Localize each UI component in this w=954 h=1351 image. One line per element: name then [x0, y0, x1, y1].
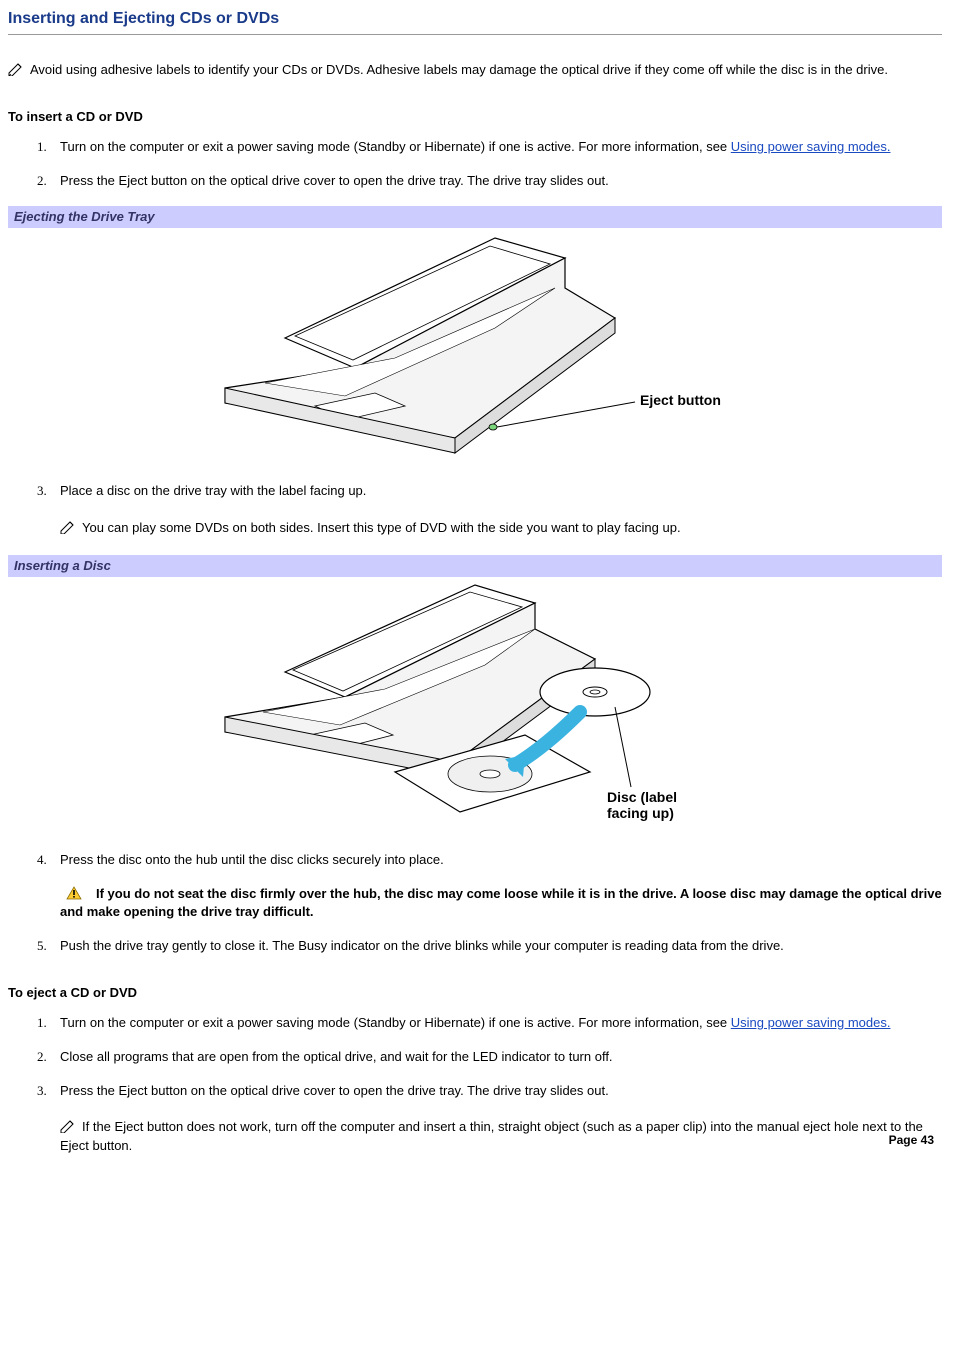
insert-step-3-note: You can play some DVDs on both sides. In…: [60, 519, 942, 537]
insert-step-3-text: Place a disc on the drive tray with the …: [60, 483, 366, 498]
insert-step-2: Press the Eject button on the optical dr…: [50, 172, 942, 190]
eject-step-3-text: Press the Eject button on the optical dr…: [60, 1083, 609, 1098]
pencil-note-icon: [8, 62, 26, 76]
eject-step-3: Press the Eject button on the optical dr…: [50, 1082, 942, 1155]
insert-step-3-note-text: You can play some DVDs on both sides. In…: [82, 520, 681, 535]
eject-step-1-text: Turn on the computer or exit a power sav…: [60, 1015, 731, 1030]
figure-1-caption: Ejecting the Drive Tray: [8, 206, 942, 228]
eject-step-2: Close all programs that are open from th…: [50, 1048, 942, 1066]
insert-step-1-text: Turn on the computer or exit a power sav…: [60, 139, 731, 154]
insert-heading: To insert a CD or DVD: [8, 108, 942, 126]
power-saving-modes-link[interactable]: Using power saving modes.: [731, 139, 891, 154]
insert-steps-list-continued-2: Press the disc onto the hub until the di…: [8, 851, 942, 956]
warning-triangle-icon: [66, 886, 82, 900]
insert-steps-list-continued: Place a disc on the drive tray with the …: [8, 482, 942, 536]
insert-step-4: Press the disc onto the hub until the di…: [50, 851, 942, 922]
pencil-note-icon: [60, 1119, 78, 1133]
laptop-eject-illustration: [195, 228, 755, 458]
eject-step-3-note-text: If the Eject button does not work, turn …: [60, 1119, 923, 1152]
figure-1-callout: Eject button: [640, 392, 721, 408]
pencil-note-icon: [60, 520, 78, 534]
figure-1: Eject button: [8, 228, 942, 458]
insert-step-1: Turn on the computer or exit a power sav…: [50, 138, 942, 156]
page-title: Inserting and Ejecting CDs or DVDs: [8, 8, 942, 35]
insert-steps-list: Turn on the computer or exit a power sav…: [8, 138, 942, 190]
eject-heading: To eject a CD or DVD: [8, 984, 942, 1002]
intro-note: Avoid using adhesive labels to identify …: [8, 61, 942, 79]
figure-2-caption: Inserting a Disc: [8, 555, 942, 577]
eject-step-1: Turn on the computer or exit a power sav…: [50, 1014, 942, 1032]
figure-2-callout: Disc (label facing up): [607, 789, 717, 821]
power-saving-modes-link-2[interactable]: Using power saving modes.: [731, 1015, 891, 1030]
figure-2: Disc (label facing up): [8, 577, 942, 827]
eject-steps-list: Turn on the computer or exit a power sav…: [8, 1014, 942, 1155]
insert-step-5: Push the drive tray gently to close it. …: [50, 937, 942, 955]
page-number: Page 43: [889, 1132, 934, 1149]
insert-step-4-warning-text: If you do not seat the disc firmly over …: [60, 886, 942, 919]
insert-step-4-text: Press the disc onto the hub until the di…: [60, 852, 444, 867]
insert-step-3: Place a disc on the drive tray with the …: [50, 482, 942, 536]
intro-note-text: Avoid using adhesive labels to identify …: [30, 62, 888, 77]
eject-step-3-note: If the Eject button does not work, turn …: [60, 1118, 942, 1154]
insert-step-4-warning: If you do not seat the disc firmly over …: [60, 885, 942, 921]
